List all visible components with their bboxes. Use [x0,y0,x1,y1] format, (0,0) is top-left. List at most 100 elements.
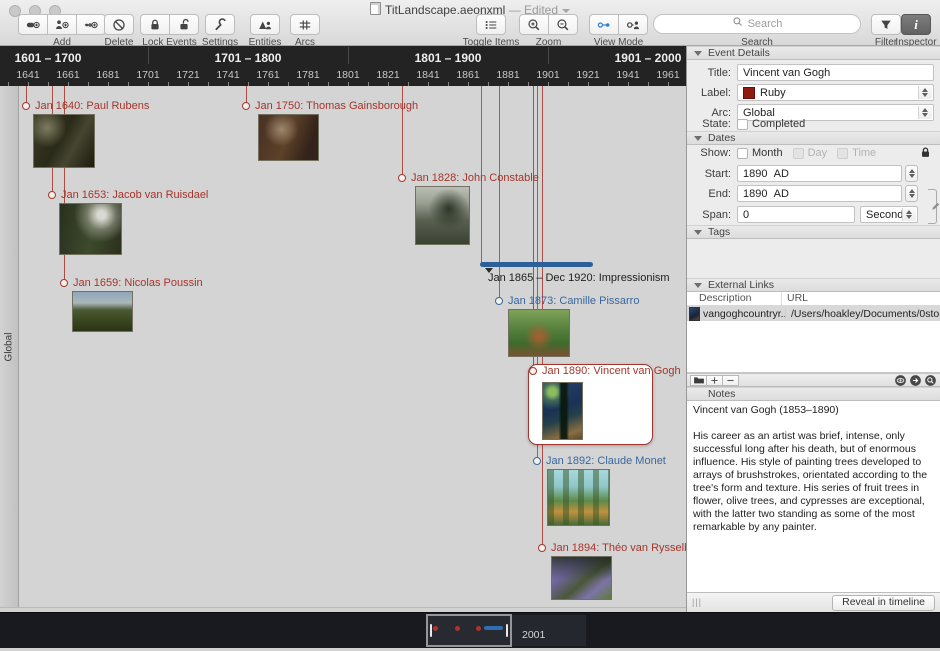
toggle-items-button[interactable] [476,14,506,35]
event-label[interactable]: Jan 1890: Vincent van Gogh [542,365,681,377]
event-marker[interactable] [495,297,503,305]
event-marker[interactable] [529,367,537,375]
event-marker[interactable] [538,544,546,552]
entities-icon [258,18,272,32]
event-marker[interactable] [398,174,406,182]
arc-lane-strip[interactable]: Global [0,86,19,607]
show-month-checkbox[interactable] [737,148,748,159]
painting-thumbnail-rubens[interactable] [33,114,95,168]
open-link-button[interactable] [909,374,922,387]
disclosure-triangle-icon[interactable] [694,136,702,141]
painting-thumbnail-pissarro[interactable] [508,309,570,357]
arcs-button[interactable] [290,14,320,35]
event-marker[interactable] [60,279,68,287]
event-label[interactable]: Jan 1750: Thomas Gainsborough [255,100,418,112]
remove-link-button[interactable] [722,375,739,386]
painting-thumbnail-poussin[interactable] [72,291,133,332]
label-popup[interactable]: Ruby [737,84,934,101]
end-date-input[interactable]: 1890 AD [737,185,902,202]
event-label[interactable]: Jan 1894: Théo van Rysselberghe [551,542,686,554]
inspector-button[interactable]: i [901,14,931,35]
section-header-external-links[interactable]: External Links [687,278,940,292]
lock-button[interactable] [140,14,170,35]
link-file-button[interactable] [690,375,707,386]
unlock-button[interactable] [169,14,199,35]
painting-thumbnail-constable[interactable] [415,186,470,245]
event-marker[interactable] [48,191,56,199]
section-header-event-details[interactable]: Event Details [687,46,940,60]
event-label[interactable]: Jan 1640: Paul Rubens [35,100,149,112]
column-url[interactable]: URL [782,292,940,305]
quicklook-button[interactable] [924,374,937,387]
filter-button[interactable] [871,14,901,35]
span-unit-popup[interactable]: Seconds [860,206,918,223]
column-description[interactable]: Description [687,292,782,305]
painting-thumbnail-gainsborough[interactable] [258,114,319,161]
preview-eye-button[interactable] [894,374,907,387]
date-link-bracket[interactable] [928,189,937,224]
start-date-input[interactable]: 1890 AD [737,165,902,182]
add-entity-button[interactable] [47,14,77,35]
disclosure-triangle-icon[interactable] [694,51,702,56]
section-header-notes[interactable]: Notes [687,387,940,401]
completed-checkbox[interactable] [737,119,748,130]
disclosure-triangle-icon[interactable] [694,283,702,288]
impressionism-range-label[interactable]: Jan 1865 – Dec 1920: Impressionism [488,272,670,284]
end-date-stepper[interactable] [905,185,918,202]
notes-textarea[interactable]: Vincent van Gogh (1853–1890) His career … [687,401,940,592]
year-tick-label: 1861 [456,69,479,81]
painting-thumbnail-ruisdael[interactable] [59,203,122,255]
reveal-in-timeline-button[interactable]: Reveal in timeline [832,595,935,611]
disclosure-triangle-icon[interactable] [694,230,702,235]
event-marker[interactable] [533,457,541,465]
search-input[interactable]: Search [653,14,861,34]
painting-thumbnail-vangogh[interactable] [542,382,583,440]
external-links-table[interactable]: Description URL vangoghcountryr... /User… [687,292,940,373]
painting-thumbnail-rysselberghe[interactable] [551,556,612,600]
zoom-in-button[interactable] [519,14,549,35]
view-entity-button[interactable] [618,14,648,35]
event-label[interactable]: Jan 1653: Jacob van Ruisdael [61,189,208,201]
century-label: 1901 – 2000 [615,51,682,65]
section-header-dates[interactable]: Dates [687,131,940,145]
title-chevron-icon[interactable] [562,9,570,13]
link-thumbnail-icon [689,307,700,321]
timeline-date-header[interactable]: 1601 – 17001701 – 18001801 – 19001901 – … [0,46,686,86]
external-link-row[interactable]: vangoghcountryr... /Users/hoakley/Docume… [687,306,940,321]
event-label[interactable]: Jan 1659: Nicolas Poussin [73,277,203,289]
add-event-button[interactable] [18,14,48,35]
span-input[interactable]: 0 [737,206,855,223]
entities-button[interactable] [250,14,280,35]
delete-button[interactable] [104,14,134,35]
document-proxy-icon[interactable] [370,2,381,15]
event-label[interactable]: Jan 1828: John Constable [411,172,539,184]
start-date-stepper[interactable] [905,165,918,182]
add-link-button[interactable] [706,375,723,386]
painting-thumbnail-monet[interactable] [547,469,610,526]
timeline-navigator[interactable]: 2001 [0,612,940,648]
title-input[interactable]: Vincent van Gogh [737,64,934,81]
view-timeline-button[interactable] [589,14,619,35]
navigator-event-dot [433,626,438,631]
viewport-left-handle[interactable] [430,624,432,637]
event-marker[interactable] [242,102,250,110]
century-label: 1801 – 1900 [415,51,482,65]
dates-lock-icon[interactable] [919,146,932,162]
impressionism-range-bar[interactable] [480,262,593,267]
label-color-swatch [743,87,755,99]
add-arc-button[interactable] [76,14,106,35]
timeline-canvas[interactable]: Global Jan 1865 – Dec 1920: Impressionis… [0,86,686,607]
section-header-tags[interactable]: Tags [687,225,940,239]
year-tick-label: 1961 [656,69,679,81]
event-marker[interactable] [22,102,30,110]
zoom-out-button[interactable] [548,14,578,35]
event-label[interactable]: Jan 1892: Claude Monet [546,455,666,467]
navigator-year-label: 2001 [522,629,545,641]
navigator-viewport[interactable] [426,614,512,647]
zoom-out-icon [556,18,570,32]
event-label[interactable]: Jan 1873: Camille Pissarro [508,295,639,307]
resize-grip-icon[interactable]: ||| [692,597,702,607]
viewport-right-handle[interactable] [506,624,508,637]
settings-button[interactable] [205,14,235,35]
state-row: State: Completed [687,118,934,130]
